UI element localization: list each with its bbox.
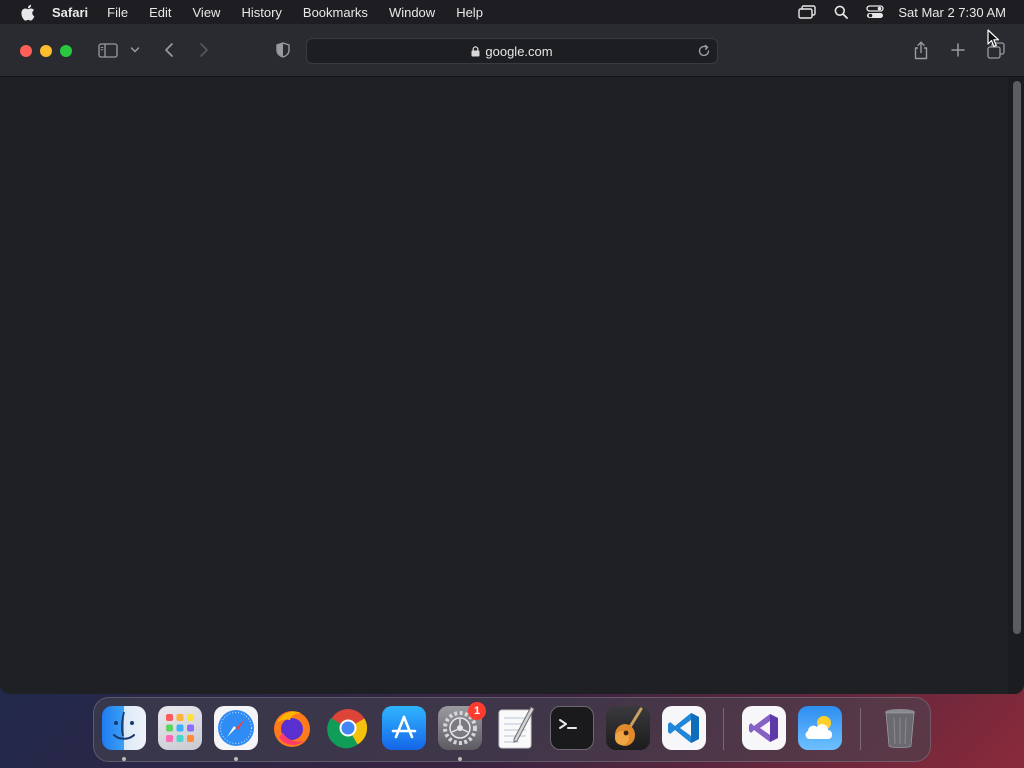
- menu-view[interactable]: View: [193, 5, 221, 20]
- dock: 1: [93, 697, 931, 762]
- safari-running-indicator: [234, 757, 238, 761]
- mouse-pointer-icon: [987, 29, 1001, 54]
- share-icon[interactable]: [912, 39, 930, 61]
- safari-window: google.com: [0, 24, 1024, 694]
- safari-toolbar: google.com: [0, 24, 1024, 77]
- dock-vscode-icon[interactable]: [662, 706, 706, 750]
- menu-window[interactable]: Window: [389, 5, 435, 20]
- screen-mirroring-icon[interactable]: [798, 5, 817, 19]
- reload-icon[interactable]: [697, 44, 711, 58]
- menu-file[interactable]: File: [107, 5, 128, 20]
- spotlight-search-icon[interactable]: [834, 5, 849, 19]
- system-settings-badge: 1: [468, 702, 486, 720]
- dock-finder-icon[interactable]: [102, 706, 146, 750]
- address-text: google.com: [485, 43, 553, 59]
- dock-visual-studio-icon[interactable]: [742, 706, 786, 750]
- dock-terminal-icon[interactable]: [550, 706, 594, 750]
- system-settings-running-indicator: [458, 757, 462, 761]
- menu-app-name[interactable]: Safari: [52, 5, 88, 20]
- dock-firefox-icon[interactable]: [270, 706, 314, 750]
- address-bar[interactable]: google.com: [306, 38, 718, 64]
- dock-weather-icon[interactable]: [798, 706, 842, 750]
- menu-help[interactable]: Help: [456, 5, 483, 20]
- back-chevron-icon[interactable]: [161, 39, 177, 61]
- dock-garageband-icon[interactable]: [606, 706, 650, 750]
- finder-running-indicator: [122, 757, 126, 761]
- dock-trash-icon[interactable]: [878, 706, 922, 750]
- control-center-icon[interactable]: [866, 5, 884, 19]
- dock-safari-icon[interactable]: [214, 706, 258, 750]
- window-close-button[interactable]: [20, 45, 32, 57]
- menu-bar: Safari File Edit View History Bookmarks …: [0, 0, 1024, 24]
- tab-group-chevron-down-icon[interactable]: [129, 39, 141, 61]
- menu-bookmarks[interactable]: Bookmarks: [303, 5, 368, 20]
- new-tab-plus-icon[interactable]: [949, 39, 967, 61]
- scrollbar-thumb[interactable]: [1013, 81, 1021, 634]
- web-content-area[interactable]: [0, 77, 1024, 694]
- menu-bar-extras: Sat Mar 2 7:30 AM: [780, 0, 1006, 24]
- vertical-scrollbar[interactable]: [1008, 77, 1024, 694]
- menu-edit[interactable]: Edit: [149, 5, 171, 20]
- dock-app-store-icon[interactable]: [382, 706, 426, 750]
- apple-icon[interactable]: [19, 4, 35, 21]
- lock-icon: [471, 45, 480, 57]
- forward-chevron-icon[interactable]: [196, 39, 212, 61]
- menu-history[interactable]: History: [241, 5, 281, 20]
- dock-launchpad-icon[interactable]: [158, 706, 202, 750]
- dock-chrome-icon[interactable]: [326, 706, 370, 750]
- menu-bar-clock[interactable]: Sat Mar 2 7:30 AM: [898, 5, 1006, 20]
- dock-textedit-icon[interactable]: [494, 706, 538, 750]
- window-zoom-button[interactable]: [60, 45, 72, 57]
- window-minimize-button[interactable]: [40, 45, 52, 57]
- sidebar-toggle-icon[interactable]: [97, 39, 119, 61]
- privacy-shield-icon[interactable]: [274, 39, 292, 61]
- dock-separator: [723, 708, 724, 750]
- dock-separator-trash: [860, 708, 861, 750]
